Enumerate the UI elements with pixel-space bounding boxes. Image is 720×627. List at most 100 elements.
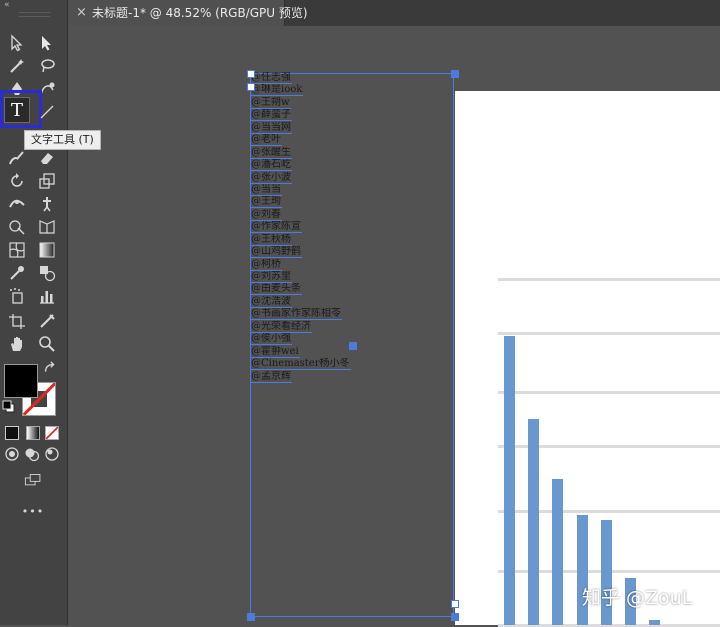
- text-line: @张小波: [251, 171, 411, 184]
- chart-bar[interactable]: [504, 335, 515, 625]
- swap-fill-stroke-icon[interactable]: [42, 361, 58, 377]
- eyedropper-tool-icon[interactable]: [6, 262, 28, 284]
- selection-tool-icon[interactable]: [6, 32, 28, 54]
- text-line: @老叶: [251, 134, 411, 147]
- blend-tool-icon[interactable]: [36, 262, 58, 284]
- text-line: @侯小强: [251, 333, 411, 346]
- rotate-tool-icon[interactable]: [6, 170, 28, 192]
- text-line-content: @琳是iook: [251, 84, 304, 97]
- text-line-content: @张小波: [251, 171, 292, 184]
- gradient-tool-icon[interactable]: [36, 239, 58, 261]
- text-line: @张醒生: [251, 146, 411, 159]
- chart-bar[interactable]: [552, 478, 564, 625]
- default-fill-stroke-icon[interactable]: [2, 400, 16, 414]
- text-line-content: @柯桥: [251, 258, 282, 271]
- type-tool-icon[interactable]: T: [4, 97, 30, 123]
- chart-bar[interactable]: [528, 418, 540, 625]
- perspective-grid-tool-icon[interactable]: [36, 216, 58, 238]
- puppet-warp-tool-icon[interactable]: [36, 193, 58, 215]
- column-graph-tool-icon[interactable]: [36, 285, 58, 307]
- direct-selection-tool-icon[interactable]: [36, 32, 58, 54]
- text-line-content: @沈浩波: [251, 295, 292, 308]
- text-line-content: @刘苏里: [251, 271, 292, 283]
- none-mode-icon[interactable]: [45, 426, 59, 440]
- zoom-tool-icon[interactable]: [36, 333, 58, 355]
- watermark: 知乎 @ZouL: [582, 587, 693, 609]
- text-line-content: @由麦头条: [251, 283, 302, 296]
- text-frame-content[interactable]: @任志强 @琳是iook @王朔w @薛蛮子 @当当网 @老叶 @张醒生 @潘石屹 @张小波 @当…: [251, 72, 411, 383]
- artboard-tool-icon[interactable]: [6, 310, 28, 332]
- chart-gridline: [498, 331, 720, 335]
- text-line-content: @侯小强: [251, 333, 292, 346]
- fill-color-swatch[interactable]: [4, 364, 38, 398]
- text-line-content: @潘石屹: [251, 159, 292, 172]
- text-line: @沈浩波: [251, 295, 411, 308]
- text-line-content: @霍翀wei: [251, 345, 300, 358]
- text-line: @王珣: [251, 196, 411, 209]
- frame-handle-top-left[interactable]: [247, 70, 255, 78]
- text-line: @琳是iook: [251, 84, 411, 97]
- text-line: @薛蛮子: [251, 109, 411, 122]
- text-line-content: @薛蛮子: [251, 109, 292, 122]
- text-line: @光荣看经济: [251, 320, 411, 333]
- text-line: @作家陈宣: [251, 221, 411, 234]
- draw-behind-icon[interactable]: [24, 446, 40, 462]
- screen-mode-icon[interactable]: [20, 470, 46, 490]
- text-line: @当当网: [251, 121, 411, 134]
- text-line-content: @当当网: [251, 121, 292, 134]
- text-line-content: @刘春: [251, 208, 282, 221]
- text-line-content: @Cinemaster杨小冬: [251, 358, 351, 371]
- draw-normal-icon[interactable]: [4, 446, 20, 462]
- text-line: @霍翀wei: [251, 345, 411, 358]
- text-line: @王朔w: [251, 96, 411, 109]
- frame-handle-bottom-left[interactable]: [247, 613, 255, 621]
- text-line-content: @当当: [251, 183, 282, 196]
- text-line: @由麦头条: [251, 283, 411, 296]
- text-line: @王秋杨: [251, 233, 411, 246]
- line-segment-tool-icon[interactable]: [36, 101, 58, 123]
- text-line-content: @山鸡野鹤: [251, 246, 302, 259]
- draw-inside-icon[interactable]: [44, 446, 60, 462]
- hand-tool-icon[interactable]: [6, 333, 28, 355]
- mesh-tool-icon[interactable]: [6, 239, 28, 261]
- text-line-content: @王朔w: [251, 96, 291, 109]
- more-tools-icon[interactable]: •••: [20, 502, 46, 520]
- text-line-content: @王秋杨: [251, 233, 292, 246]
- text-line: @山鸡野鹤: [251, 246, 411, 259]
- text-line-content: @张醒生: [251, 146, 292, 159]
- text-line: @书画家作家陈相苓: [251, 308, 411, 321]
- text-line-content: @光荣看经济: [251, 320, 312, 333]
- lasso-tool-icon[interactable]: [36, 55, 58, 77]
- text-line: @孟京辉: [251, 370, 411, 383]
- color-mode-icon[interactable]: [5, 426, 19, 440]
- slice-tool-icon[interactable]: [36, 310, 58, 332]
- collapse-panel-icon[interactable]: «: [4, 0, 10, 10]
- document-tab[interactable]: × 未标题-1* @ 48.52% (RGB/GPU 预览): [68, 0, 308, 26]
- frame-center-point: [349, 342, 357, 350]
- frame-handle-top-right[interactable]: [451, 70, 459, 78]
- chart-gridline: [498, 391, 720, 395]
- width-tool-icon[interactable]: [6, 193, 28, 215]
- text-insertion-handle[interactable]: [247, 83, 255, 91]
- close-tab-icon[interactable]: ×: [76, 0, 87, 26]
- scale-tool-icon[interactable]: [36, 170, 58, 192]
- frame-handle-bottom-right[interactable]: [451, 613, 459, 621]
- text-line: @刘苏里: [251, 271, 411, 283]
- shape-builder-tool-icon[interactable]: [6, 216, 28, 238]
- symbol-sprayer-tool-icon[interactable]: [6, 285, 28, 307]
- document-tab-title: 未标题-1* @ 48.52% (RGB/GPU 预览): [92, 6, 308, 20]
- document-tab-bar: × 未标题-1* @ 48.52% (RGB/GPU 预览): [68, 0, 720, 26]
- chart-gridline: [498, 277, 720, 281]
- text-line: @Cinemaster杨小冬: [251, 358, 411, 371]
- gradient-mode-icon[interactable]: [26, 426, 40, 440]
- eraser-tool-icon[interactable]: [36, 147, 58, 169]
- magic-wand-tool-icon[interactable]: [6, 55, 28, 77]
- paintbrush-tool-icon[interactable]: [6, 147, 28, 169]
- panel-grip[interactable]: [18, 12, 50, 17]
- text-line-content: @任志强: [251, 72, 292, 84]
- frame-handle-right[interactable]: [451, 600, 459, 608]
- text-line-content: @老叶: [251, 134, 282, 147]
- text-line: @刘春: [251, 208, 411, 221]
- text-line-content: @孟京辉: [251, 370, 292, 383]
- chart-bar[interactable]: [649, 620, 661, 625]
